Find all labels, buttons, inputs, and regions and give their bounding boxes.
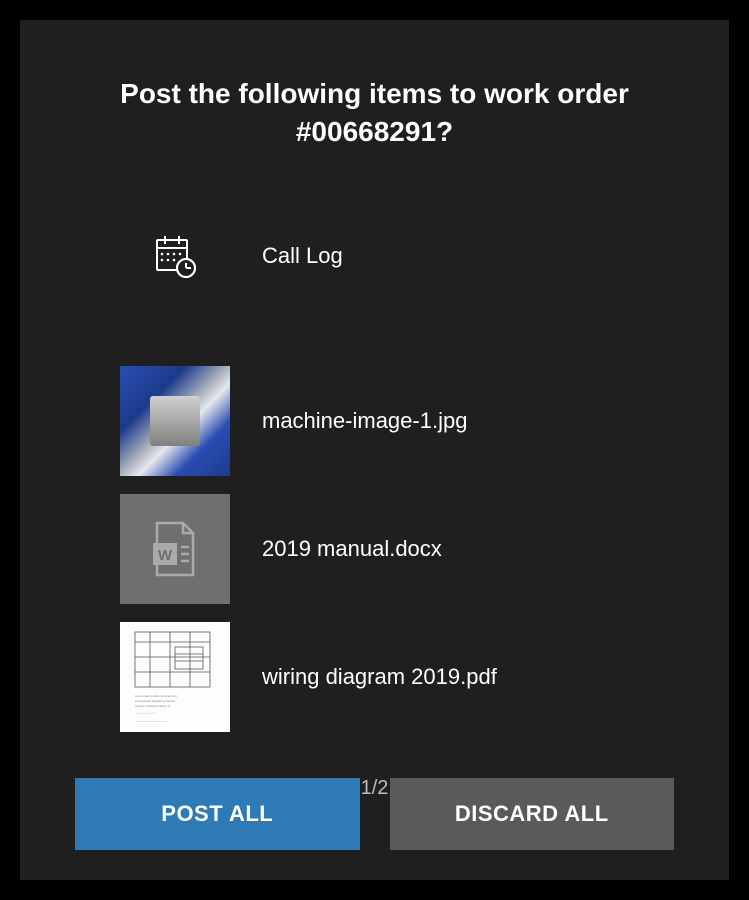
- list-item[interactable]: W 2019 manual.docx: [120, 494, 729, 604]
- svg-text:tempor incididunt labore et: tempor incididunt labore et: [135, 704, 171, 708]
- title-line-1: Post the following items to work order: [120, 78, 629, 109]
- word-file-icon: W: [120, 494, 230, 604]
- calendar-clock-icon: [120, 201, 230, 311]
- item-label: Call Log: [262, 243, 343, 269]
- list-item[interactable]: machine-image-1.jpg: [120, 366, 729, 476]
- item-label: wiring diagram 2019.pdf: [262, 664, 497, 690]
- discard-all-button[interactable]: DISCARD ALL: [390, 778, 675, 850]
- photo-thumbnail: [120, 366, 230, 476]
- post-items-dialog: Post the following items to work order #…: [20, 20, 729, 880]
- svg-text:○─○─○─○─○─○: ○─○─○─○─○─○: [135, 711, 157, 715]
- post-all-button[interactable]: POST ALL: [75, 778, 360, 850]
- svg-text:Lorem ipsum dolor sit amet tex: Lorem ipsum dolor sit amet text: [135, 694, 177, 698]
- svg-text:───────────────: ───────────────: [134, 719, 168, 723]
- dialog-title: Post the following items to work order #…: [20, 20, 729, 151]
- dialog-actions: POST ALL DISCARD ALL: [75, 778, 674, 850]
- svg-text:consectetur adipiscing elit se: consectetur adipiscing elit sed: [135, 699, 175, 703]
- svg-text:W: W: [158, 547, 173, 564]
- diagram-thumbnail: Lorem ipsum dolor sit amet text consecte…: [120, 622, 230, 732]
- item-label: machine-image-1.jpg: [262, 408, 467, 434]
- items-list: Call Log machine-image-1.jpg W 2019 manu…: [20, 201, 729, 750]
- list-item[interactable]: Call Log: [120, 201, 729, 311]
- item-label: 2019 manual.docx: [262, 536, 442, 562]
- list-item[interactable]: Lorem ipsum dolor sit amet text consecte…: [120, 622, 729, 732]
- title-line-2: #00668291?: [296, 116, 453, 147]
